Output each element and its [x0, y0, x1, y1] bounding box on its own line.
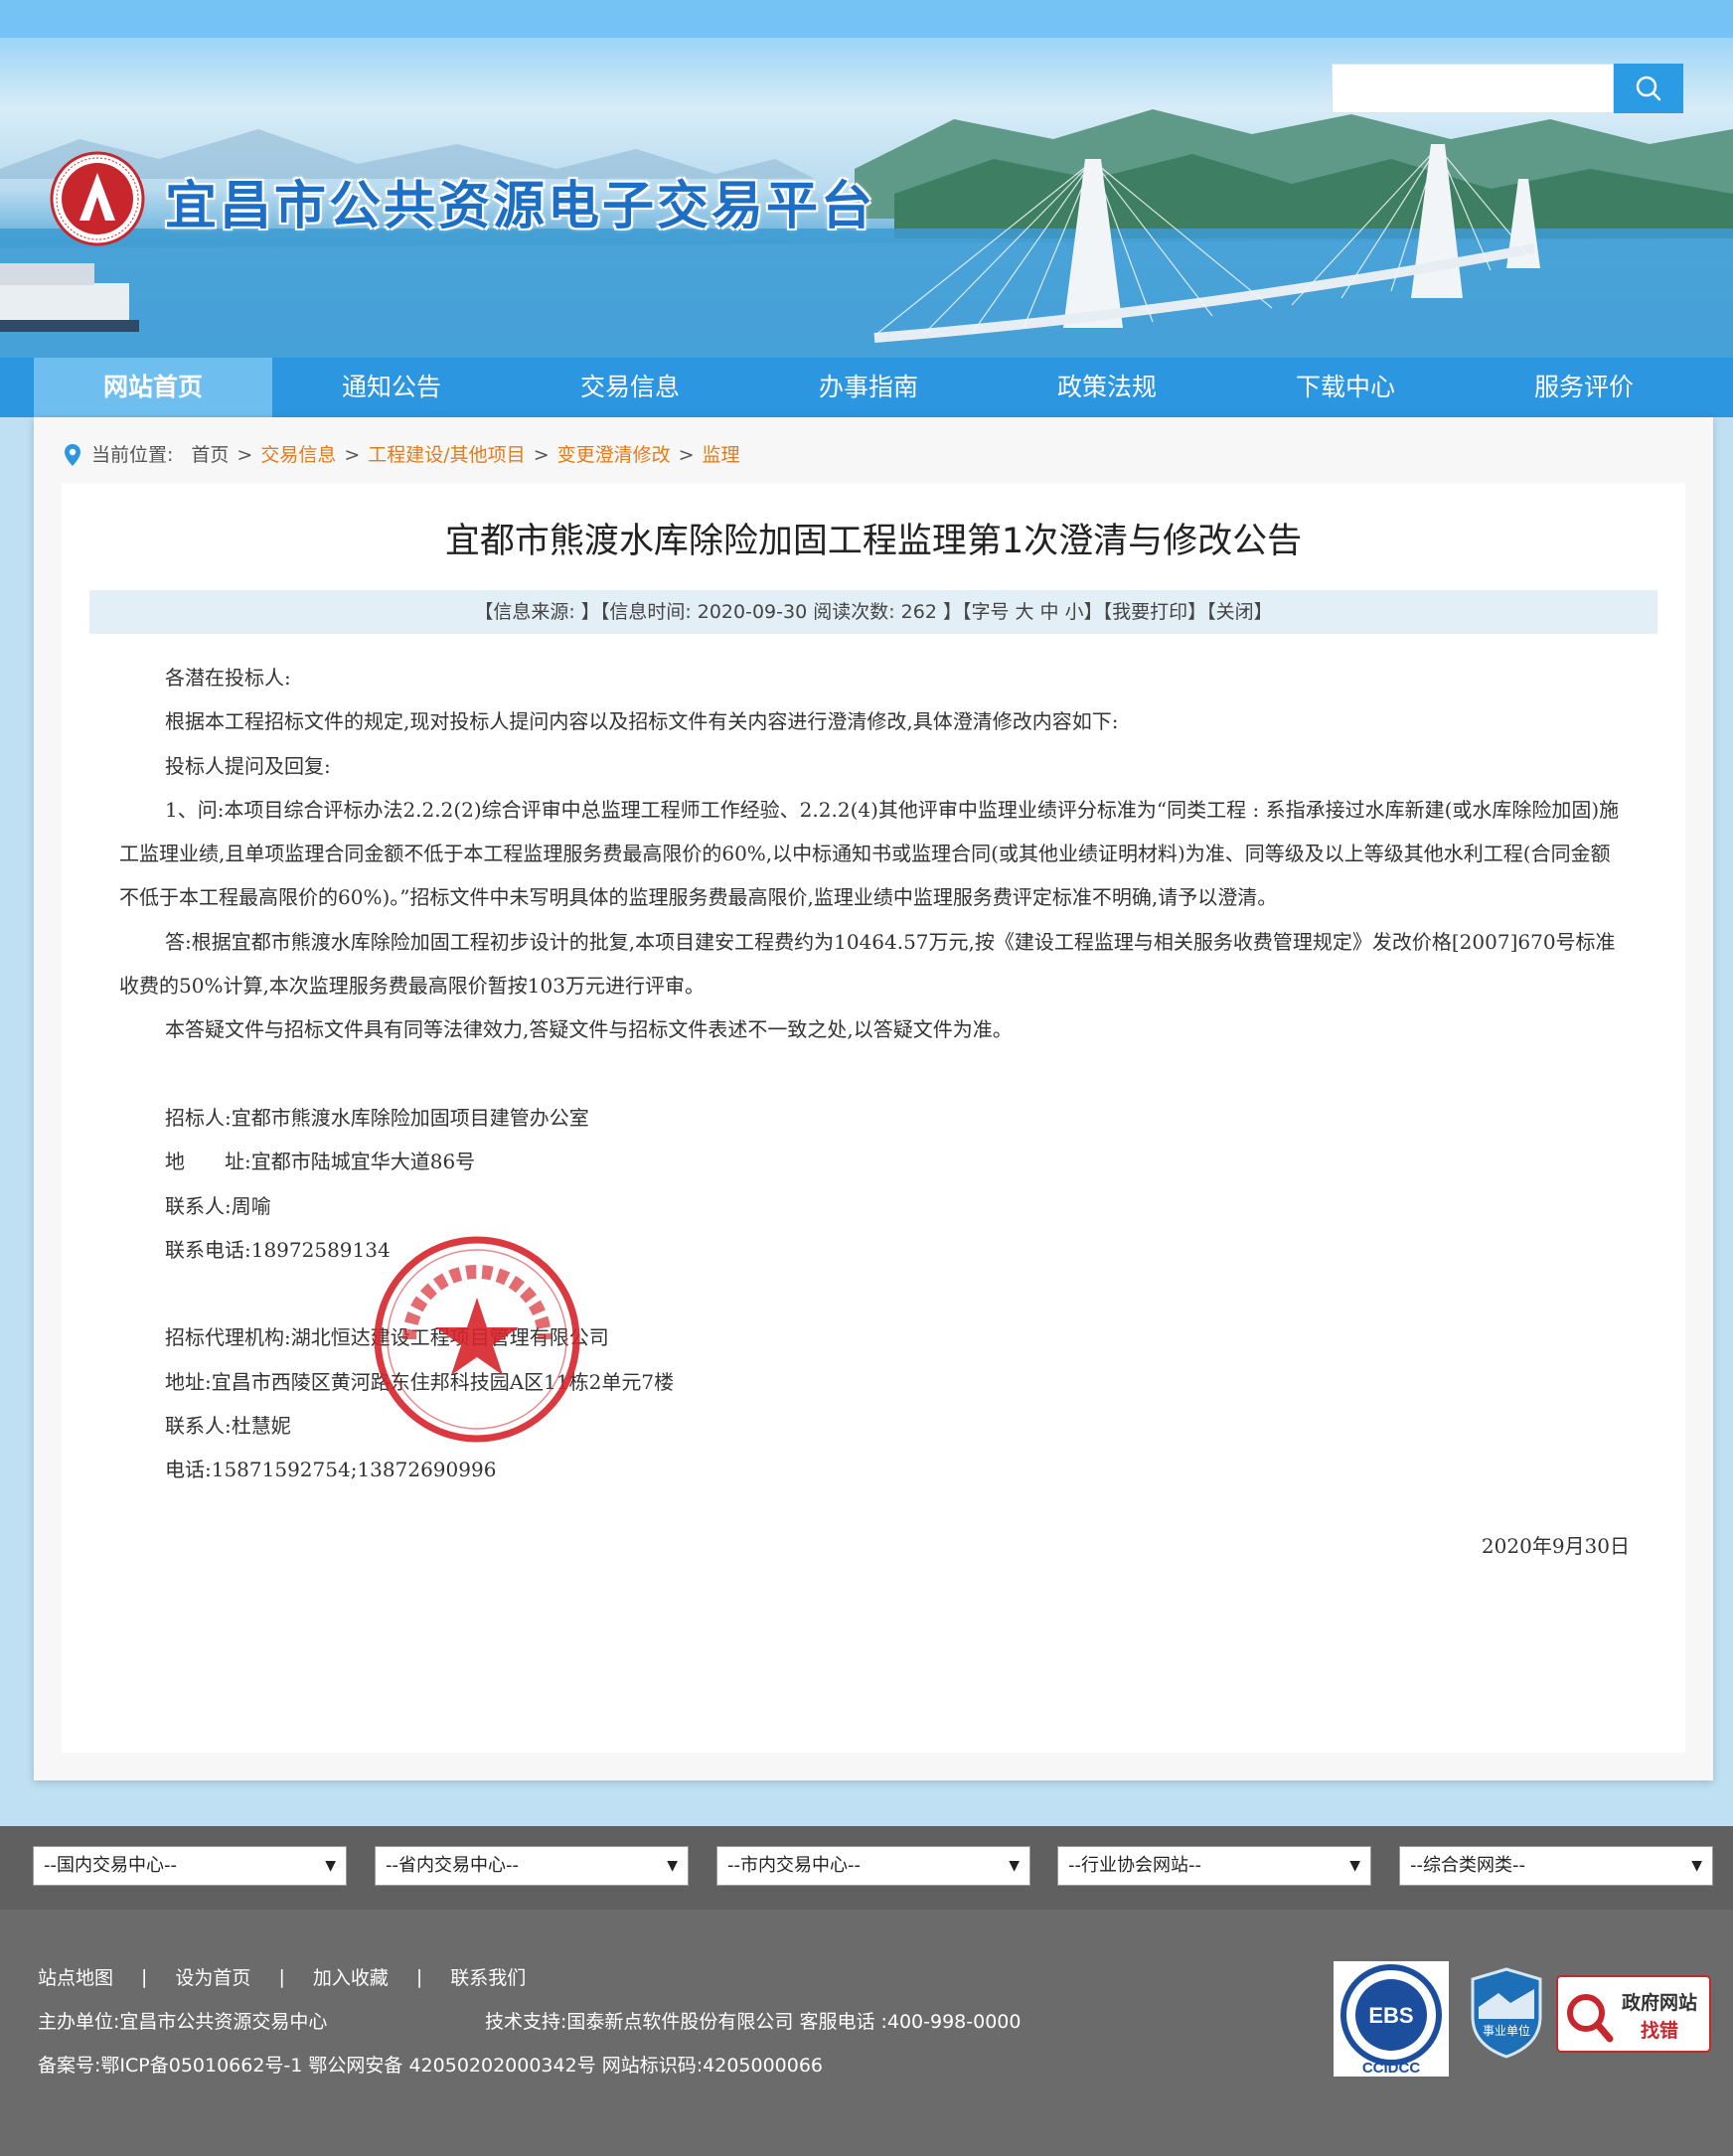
breadcrumb-label: 当前位置: — [91, 444, 174, 466]
article-meta-bar: 【信息来源: 】【信息时间: 2020-09-30 阅读次数: 262 】【字号… — [89, 590, 1657, 634]
breadcrumb-trading-info[interactable]: 交易信息 — [260, 439, 336, 471]
breadcrumb: 当前位置: 首页 > 交易信息 > 工程建设/其他项目 > 变更澄清修改 > 监… — [64, 439, 740, 471]
answer-paragraph: 答:根据宜都市熊渡水库除险加固工程初步设计的批复,本项目建安工程费约为10464… — [119, 929, 1616, 999]
agency-phone: 电话:15871592754;13872690996 — [165, 1458, 497, 1482]
nav-item-policies[interactable]: 政策法规 — [988, 358, 1226, 417]
breadcrumb-home[interactable]: 首页 — [191, 439, 229, 471]
nav-item-service-rating[interactable]: 服务评价 — [1465, 358, 1703, 417]
select-city-centers[interactable]: --市内交易中心-- ▼ — [716, 1846, 1030, 1886]
chevron-down-icon: ▼ — [325, 1858, 336, 1874]
svg-text:政府网站: 政府网站 — [1622, 1991, 1697, 2014]
nav-item-home[interactable]: 网站首页 — [34, 358, 272, 417]
select-national-centers[interactable]: --国内交易中心-- ▼ — [33, 1846, 347, 1886]
footer-host-unit: 主办单位:宜昌市公共资源交易中心 — [38, 2011, 328, 2033]
footer-tech-support: 技术支持:国泰新点软件股份有限公司 客服电话 :400-998-0000 — [485, 2011, 1022, 2033]
article-date: 2020年9月30日 — [1481, 1534, 1630, 1558]
nav-item-guide[interactable]: 办事指南 — [749, 358, 988, 417]
chevron-down-icon: ▼ — [1349, 1858, 1360, 1874]
footer-divider: | — [278, 1965, 285, 1988]
select-general-sites[interactable]: --综合类网类-- ▼ — [1399, 1846, 1713, 1886]
svg-text:CCIDCC: CCIDCC — [1362, 2060, 1420, 2077]
intro-paragraph: 根据本工程招标文件的规定,现对投标人提问内容以及招标文件有关内容进行澄清修改,具… — [165, 709, 1119, 734]
greeting: 各潜在投标人: — [165, 666, 291, 690]
search-icon — [1636, 76, 1661, 101]
nav-item-downloads[interactable]: 下载中心 — [1226, 358, 1465, 417]
meta-time: 【信息时间: 2020-09-30 阅读次数: 262 】 — [599, 601, 962, 623]
article-body: 各潜在投标人: 根据本工程招标文件的规定,现对投标人提问内容以及招标文件有关内容… — [119, 656, 1630, 1492]
breadcrumb-separator: > — [678, 444, 695, 466]
ebs-badge-icon[interactable]: EBS CCIDCC — [1334, 1961, 1449, 2077]
footer-links: 站点地图 | 设为首页 | 加入收藏 | 联系我们 — [38, 1963, 526, 1990]
select-industry-associations[interactable]: --行业协会网站-- ▼ — [1057, 1846, 1371, 1886]
print-link[interactable]: 【我要打印】 — [1103, 601, 1207, 623]
breadcrumb-supervision[interactable]: 监理 — [703, 439, 740, 471]
footer-divider: | — [141, 1965, 148, 1988]
company-seal-stamp — [374, 1236, 580, 1443]
search-input[interactable] — [1332, 64, 1614, 113]
breadcrumb-separator: > — [344, 444, 361, 466]
tenderer-address: 地 址:宜都市陆城宜华大道86号 — [165, 1150, 476, 1174]
breadcrumb-separator: > — [533, 444, 550, 466]
main-nav: 网站首页 通知公告 交易信息 办事指南 政策法规 下载中心 服务评价 — [0, 358, 1733, 417]
gov-site-error-badge-icon[interactable]: 政府网站 找错 — [1556, 1975, 1711, 2053]
font-size-control[interactable]: 【字号 大 中 小】 — [962, 601, 1103, 623]
tenderer-name: 招标人:宜都市熊渡水库除险加固项目建管办公室 — [165, 1105, 589, 1130]
chevron-down-icon: ▼ — [1009, 1858, 1020, 1874]
meta-source: 【信息来源: 】 — [474, 601, 600, 623]
footer-divider: | — [415, 1965, 423, 1988]
svg-text:事业单位: 事业单位 — [1483, 2023, 1530, 2038]
logo-emblem-icon — [50, 151, 145, 246]
search-button[interactable] — [1614, 64, 1683, 113]
breadcrumb-changes[interactable]: 变更澄清修改 — [557, 439, 671, 471]
footer-link-set-home[interactable]: 设为首页 — [175, 1963, 250, 1990]
nav-item-notices[interactable]: 通知公告 — [272, 358, 511, 417]
breadcrumb-construction[interactable]: 工程建设/其他项目 — [368, 439, 525, 471]
question-paragraph: 1、问:本项目综合评标办法2.2.2(2)综合评审中总监理工程师工作经验、2.2… — [119, 797, 1620, 910]
site-title: 宜昌市公共资源电子交易平台 — [165, 177, 876, 236]
close-link[interactable]: 【关闭】 — [1206, 601, 1273, 623]
chevron-down-icon: ▼ — [667, 1858, 678, 1874]
tenderer-phone: 联系电话:18972589134 — [165, 1237, 391, 1262]
qa-heading: 投标人提问及回复: — [165, 753, 331, 778]
svg-text:EBS: EBS — [1368, 2003, 1413, 2028]
footer-link-contact[interactable]: 联系我们 — [450, 1963, 526, 1990]
agency-address: 地址:宜昌市西陵区黄河路东住邦科技园A区11栋2单元7楼 — [165, 1369, 675, 1394]
footer-record-info: 备案号:鄂ICP备05010662号-1 鄂公网安备 4205020200034… — [38, 2055, 824, 2077]
article-title: 宜都市熊渡水库除险加固工程监理第1次澄清与修改公告 — [444, 522, 1303, 561]
tenderer-contact: 联系人:周喻 — [165, 1193, 271, 1218]
footer-link-sitemap[interactable]: 站点地图 — [38, 1963, 113, 1990]
location-pin-icon — [65, 444, 80, 466]
select-provincial-centers[interactable]: --省内交易中心-- ▼ — [375, 1846, 689, 1886]
svg-text:找错: 找错 — [1641, 2019, 1678, 2042]
public-institution-badge-icon[interactable]: 事业单位 — [1471, 1967, 1542, 2059]
nav-item-trading-info[interactable]: 交易信息 — [511, 358, 749, 417]
breadcrumb-separator: > — [236, 444, 253, 466]
agency-name: 招标代理机构:湖北恒达建设工程项目管理有限公司 — [165, 1325, 609, 1350]
agency-contact: 联系人:杜慧妮 — [165, 1414, 291, 1439]
validity-paragraph: 本答疑文件与招标文件具有同等法律效力,答疑文件与招标文件表述不一致之处,以答疑文… — [165, 1017, 1013, 1042]
footer-link-bookmark[interactable]: 加入收藏 — [313, 1963, 389, 1990]
header-banner: 宜昌市公共资源电子交易平台 — [0, 0, 1733, 358]
top-strip — [0, 0, 1733, 38]
chevron-down-icon: ▼ — [1691, 1858, 1702, 1874]
